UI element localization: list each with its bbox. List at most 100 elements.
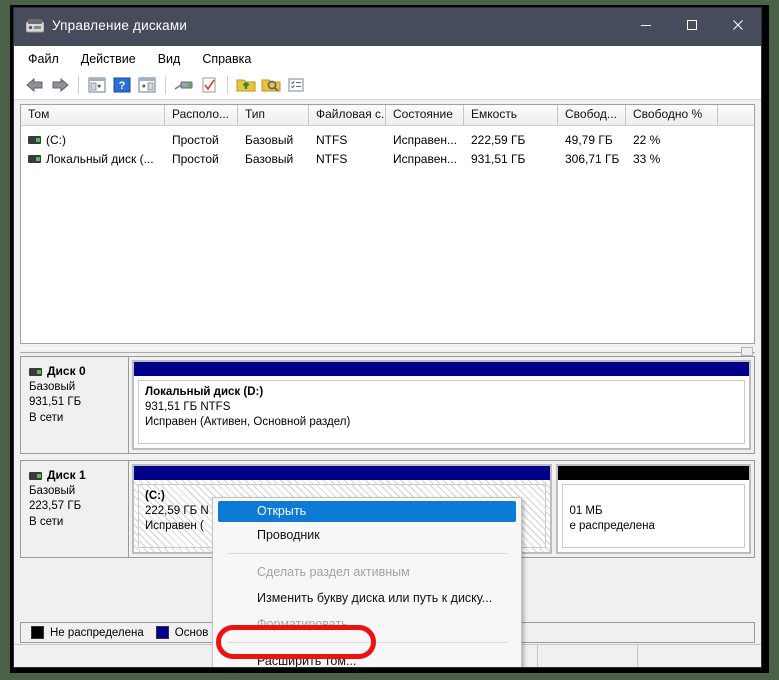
menu-item-action[interactable]: Действие xyxy=(81,52,136,66)
legend-label-primary: Основ xyxy=(174,626,209,639)
cell-capacity: 222,59 ГБ xyxy=(471,132,526,147)
show-action-pane-icon[interactable] xyxy=(136,74,158,96)
menu-item-help[interactable]: Справка xyxy=(202,52,251,66)
toolbar: ? xyxy=(14,71,761,100)
context-menu-item-explorer[interactable]: Проводник xyxy=(213,522,521,548)
export-list-icon[interactable] xyxy=(235,74,257,96)
svg-text:?: ? xyxy=(119,80,126,92)
disk-management-icon xyxy=(25,19,45,34)
cell-volume: (C:) xyxy=(21,133,165,147)
partition-d-size: 931,51 ГБ NTFS xyxy=(145,401,231,413)
cell-status: Исправен... xyxy=(393,132,458,147)
cell-filesystem: NTFS xyxy=(316,132,348,147)
partition-unallocated-state: е распределена xyxy=(569,520,655,532)
disk-info-1[interactable]: Диск 1 Базовый 223,57 ГБ В сети xyxy=(20,460,128,558)
disk-size-1: 223,57 ГБ xyxy=(29,500,82,512)
partition-c-title: (C:) xyxy=(145,490,165,502)
partition-unallocated-details: 01 МБ е распределена xyxy=(562,484,745,548)
rescan-disks-icon[interactable] xyxy=(173,74,195,96)
partition-context-menu: Открыть Проводник Сделать раздел активны… xyxy=(212,497,522,667)
legend-label-unallocated: Не распределена xyxy=(50,626,144,639)
context-menu-item-extend-volume[interactable]: Расширить том... xyxy=(213,648,521,667)
toolbar-separator xyxy=(78,76,79,94)
partition-c-size: 222,59 ГБ N xyxy=(145,505,209,517)
partition-unallocated[interactable]: 01 МБ е распределена xyxy=(556,464,751,554)
partition-d-state: Исправен (Активен, Основной раздел) xyxy=(145,416,351,428)
toolbar-separator xyxy=(227,76,228,94)
cell-type: Базовый xyxy=(245,151,294,166)
volume-disk-icon xyxy=(28,136,41,145)
column-header-layout[interactable]: Располо... xyxy=(165,105,238,125)
legend-swatch-unallocated xyxy=(31,626,44,639)
disk-label-1: Диск 1 xyxy=(47,468,86,482)
column-header-free[interactable]: Свобод... xyxy=(558,105,626,125)
cell-type: Базовый xyxy=(245,132,294,147)
column-header-status[interactable]: Состояние xyxy=(386,105,464,125)
column-header-spacer[interactable] xyxy=(718,105,754,125)
cell-free-pct: 33 % xyxy=(633,151,661,166)
volume-list-header: Том Располо... Тип Файловая с... Состоян… xyxy=(21,105,754,126)
menu-bar: Файл Действие Вид Справка xyxy=(14,46,761,71)
partition-color-bar xyxy=(134,362,749,376)
cell-filesystem: NTFS xyxy=(316,151,348,166)
column-header-filesystem[interactable]: Файловая с... xyxy=(309,105,386,125)
disk-management-window: Управление дисками Файл Действие Вид Спр… xyxy=(14,8,761,667)
disk-icon xyxy=(29,471,42,480)
disk-status-1: В сети xyxy=(29,515,64,528)
disk-size-0: 931,51 ГБ xyxy=(29,396,82,408)
details-icon[interactable] xyxy=(285,74,307,96)
cell-layout: Простой xyxy=(172,132,219,147)
disk-info-0[interactable]: Диск 0 Базовый 931,51 ГБ В сети xyxy=(20,356,128,454)
legend-swatch-primary xyxy=(155,626,169,639)
disk-row-0: Диск 0 Базовый 931,51 ГБ В сети Локальны… xyxy=(20,356,755,454)
minimize-button[interactable] xyxy=(623,8,669,42)
disk-type-1: Базовый xyxy=(29,484,76,497)
context-menu-item-change-letter[interactable]: Изменить букву диска или путь к диску... xyxy=(213,585,521,611)
column-header-type[interactable]: Тип xyxy=(238,105,309,125)
close-button[interactable] xyxy=(715,8,761,42)
cell-capacity: 931,51 ГБ xyxy=(471,151,526,166)
context-menu-item-mark-active: Сделать раздел активным xyxy=(257,565,410,579)
partition-unallocated-size: 01 МБ xyxy=(569,505,603,517)
disk-body-0: Локальный диск (D:) 931,51 ГБ NTFS Испра… xyxy=(128,356,755,454)
column-header-volume[interactable]: Том xyxy=(21,105,165,125)
partition-color-bar xyxy=(134,466,551,480)
table-row[interactable]: (C:) Простой Базовый NTFS Исправен... 22… xyxy=(21,130,754,149)
column-header-capacity[interactable]: Емкость xyxy=(464,105,558,125)
context-menu-separator xyxy=(227,642,507,643)
disk-type-0: Базовый xyxy=(29,380,76,393)
disk-name-0: Диск 0 xyxy=(29,364,128,380)
partition-d[interactable]: Локальный диск (D:) 931,51 ГБ NTFS Испра… xyxy=(132,360,751,450)
cell-layout: Простой xyxy=(172,151,219,166)
show-tree-icon[interactable] xyxy=(86,74,108,96)
context-menu-item-open[interactable]: Открыть xyxy=(218,501,516,522)
pane-splitter[interactable] xyxy=(20,346,755,356)
volume-list: Том Располо... Тип Файловая с... Состоян… xyxy=(20,104,755,344)
context-menu-item-format: Форматировать... xyxy=(257,617,359,631)
window-title: Управление дисками xyxy=(52,18,188,33)
properties-search-icon[interactable] xyxy=(260,74,282,96)
check-icon[interactable] xyxy=(198,74,220,96)
column-header-free-pct[interactable]: Свободно % xyxy=(626,105,718,125)
cell-status: Исправен... xyxy=(393,151,458,166)
partition-d-details: Локальный диск (D:) 931,51 ГБ NTFS Испра… xyxy=(138,380,745,444)
splitter-line-dark xyxy=(20,352,755,353)
menu-item-view[interactable]: Вид xyxy=(158,52,181,66)
volume-disk-icon xyxy=(28,155,41,164)
maximize-button[interactable] xyxy=(669,8,715,42)
help-icon[interactable]: ? xyxy=(111,74,133,96)
cell-volume-label: (C:) xyxy=(46,132,66,147)
context-menu-separator xyxy=(227,553,507,554)
partition-d-title: Локальный диск (D:) xyxy=(145,386,264,398)
cell-free: 49,79 ГБ xyxy=(565,132,613,147)
back-arrow-icon[interactable] xyxy=(24,74,46,96)
partition-color-bar xyxy=(558,466,749,480)
table-row[interactable]: Локальный диск (... Простой Базовый NTFS… xyxy=(21,149,754,168)
cell-volume-label: Локальный диск (... xyxy=(46,151,154,166)
forward-arrow-icon[interactable] xyxy=(49,74,71,96)
menu-item-file[interactable]: Файл xyxy=(28,52,59,66)
splitter-grip[interactable] xyxy=(741,347,753,356)
disk-status-0: В сети xyxy=(29,411,64,424)
disk-label-0: Диск 0 xyxy=(47,364,86,378)
disk-name-1: Диск 1 xyxy=(29,468,128,484)
